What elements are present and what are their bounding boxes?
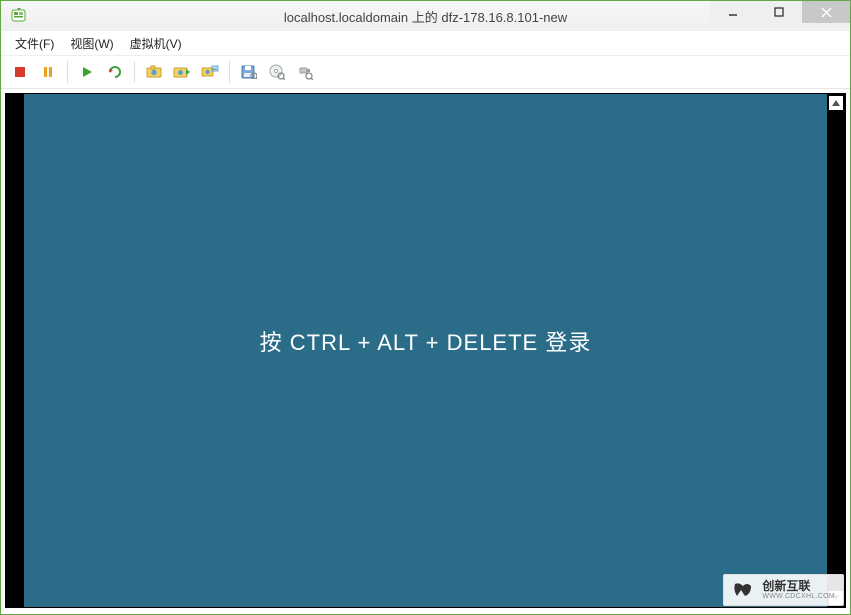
menu-file[interactable]: 文件(F): [9, 33, 60, 54]
menubar: 文件(F) 视图(W) 虚拟机(V): [1, 31, 850, 55]
suspend-button[interactable]: [35, 59, 61, 85]
content-area: 按 CTRL + ALT + DELETE 登录 创新互联 WWW.CDCXHL…: [1, 89, 850, 614]
menu-view[interactable]: 视图(W): [64, 33, 119, 54]
power-on-button[interactable]: [74, 59, 100, 85]
snapshot-take-button[interactable]: [141, 59, 167, 85]
menu-vm[interactable]: 虚拟机(V): [124, 33, 188, 54]
toolbar-separator: [67, 61, 68, 83]
reset-button[interactable]: [102, 59, 128, 85]
app-window: localhost.localdomain 上的 dfz-178.16.8.10…: [0, 0, 851, 615]
watermark-sub: WWW.CDCXHL.COM: [762, 593, 835, 601]
floppy-connect-button[interactable]: [236, 59, 262, 85]
cd-connect-button[interactable]: [264, 59, 290, 85]
snapshot-revert-button[interactable]: [169, 59, 195, 85]
vm-screen[interactable]: 按 CTRL + ALT + DELETE 登录: [24, 94, 827, 607]
watermark-name: 创新互联: [762, 580, 835, 593]
watermark-icon: [730, 579, 756, 601]
usb-connect-button[interactable]: [292, 59, 318, 85]
minimize-button[interactable]: [710, 1, 756, 23]
toolbar: [1, 55, 850, 89]
vsphere-icon: [7, 4, 31, 28]
login-prompt-text: 按 CTRL + ALT + DELETE 登录: [260, 325, 592, 357]
power-off-button[interactable]: [7, 59, 33, 85]
vm-console-frame[interactable]: 按 CTRL + ALT + DELETE 登录: [5, 93, 846, 608]
maximize-button[interactable]: [756, 1, 802, 23]
scroll-up-button[interactable]: [829, 96, 843, 110]
close-button[interactable]: [802, 1, 850, 23]
watermark-text: 创新互联 WWW.CDCXHL.COM: [762, 580, 835, 601]
toolbar-separator: [229, 61, 230, 83]
titlebar: localhost.localdomain 上的 dfz-178.16.8.10…: [1, 1, 850, 31]
toolbar-separator: [134, 61, 135, 83]
watermark-badge: 创新互联 WWW.CDCXHL.COM: [723, 574, 844, 606]
window-controls: [710, 1, 850, 31]
snapshot-manager-button[interactable]: [197, 59, 223, 85]
